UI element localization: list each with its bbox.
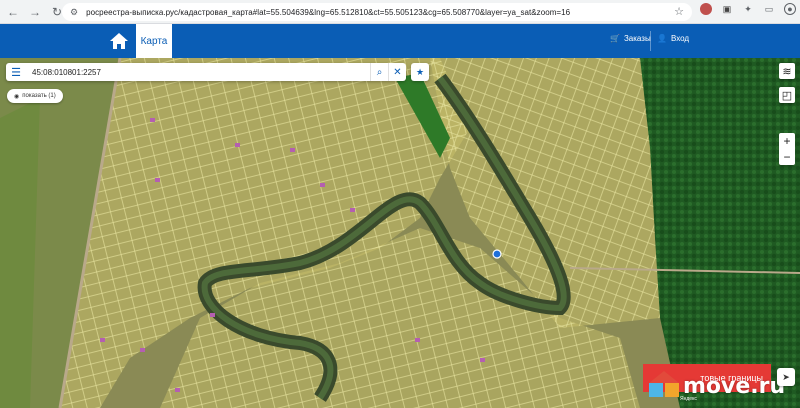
eye-icon: ◉ <box>14 93 20 100</box>
search-icon[interactable]: ⌕ <box>370 63 388 81</box>
search-bar: ☰ 45:08:010801:2257 ⌕ ✕ <box>6 63 406 81</box>
show-results-button[interactable]: ◉ показать (1) <box>7 89 63 103</box>
move-logo-icon <box>649 371 679 397</box>
hamburger-menu-icon[interactable]: ☰ <box>6 63 26 81</box>
zoom-controls: + − <box>779 133 795 165</box>
fullscreen-icon[interactable]: ◰ <box>779 87 795 103</box>
close-icon[interactable]: ✕ <box>388 63 406 81</box>
zoom-in-button[interactable]: + <box>779 133 795 149</box>
tab-map-label: Карта <box>140 35 168 47</box>
satellite-map-layer <box>0 58 800 408</box>
login-label: Вход <box>670 34 690 43</box>
watermark: move.ru <box>647 368 785 404</box>
extension-icon-2[interactable]: ▣ <box>721 3 733 15</box>
watermark-text: move.ru <box>683 373 786 399</box>
extension-icon-1[interactable] <box>700 3 712 15</box>
login-link[interactable]: 👤 Вход <box>657 34 689 43</box>
bookmark-star-icon[interactable]: ☆ <box>674 5 684 18</box>
home-icon[interactable] <box>108 30 130 52</box>
favorites-star-button[interactable]: ★ <box>411 63 429 81</box>
extension-bar: ▣ ✦ ▭ ● ⋮ <box>700 3 800 15</box>
site-header: Карта 🛒 Заказы 👤 Вход <box>0 24 800 58</box>
cart-icon: 🛒 <box>610 34 620 43</box>
sidebar-icon[interactable]: ▭ <box>763 3 775 15</box>
header-divider <box>650 31 651 51</box>
layers-icon[interactable]: ≋ <box>779 63 795 79</box>
orders-link[interactable]: 🛒 Заказы <box>610 34 651 43</box>
address-bar[interactable]: ⚙ росреестра-выписка.рус/кадастровая_кар… <box>62 3 692 21</box>
geolocation-icon[interactable]: ➤ <box>777 368 795 386</box>
puzzle-icon[interactable]: ✦ <box>742 3 754 15</box>
orders-label: Заказы <box>623 34 651 43</box>
search-input[interactable]: 45:08:010801:2257 <box>32 68 370 77</box>
tab-map[interactable]: Карта <box>136 24 172 58</box>
browser-toolbar: ← → ↻ ⚙ росреестра-выписка.рус/кадастров… <box>0 0 800 24</box>
cadastral-map[interactable]: ≋ ◰ + − <box>0 58 800 408</box>
user-icon: 👤 <box>657 34 667 43</box>
profile-icon[interactable]: ● <box>784 3 796 15</box>
back-arrow-icon[interactable]: ← <box>4 3 22 21</box>
show-results-label: показать (1) <box>22 93 56 99</box>
zoom-out-button[interactable]: − <box>779 149 795 165</box>
map-credit: Яндекс <box>680 396 697 402</box>
url-text: росреестра-выписка.рус/кадастровая_карта… <box>86 7 571 17</box>
forward-arrow-icon[interactable]: → <box>26 3 44 21</box>
site-info-icon[interactable]: ⚙ <box>70 7 78 18</box>
